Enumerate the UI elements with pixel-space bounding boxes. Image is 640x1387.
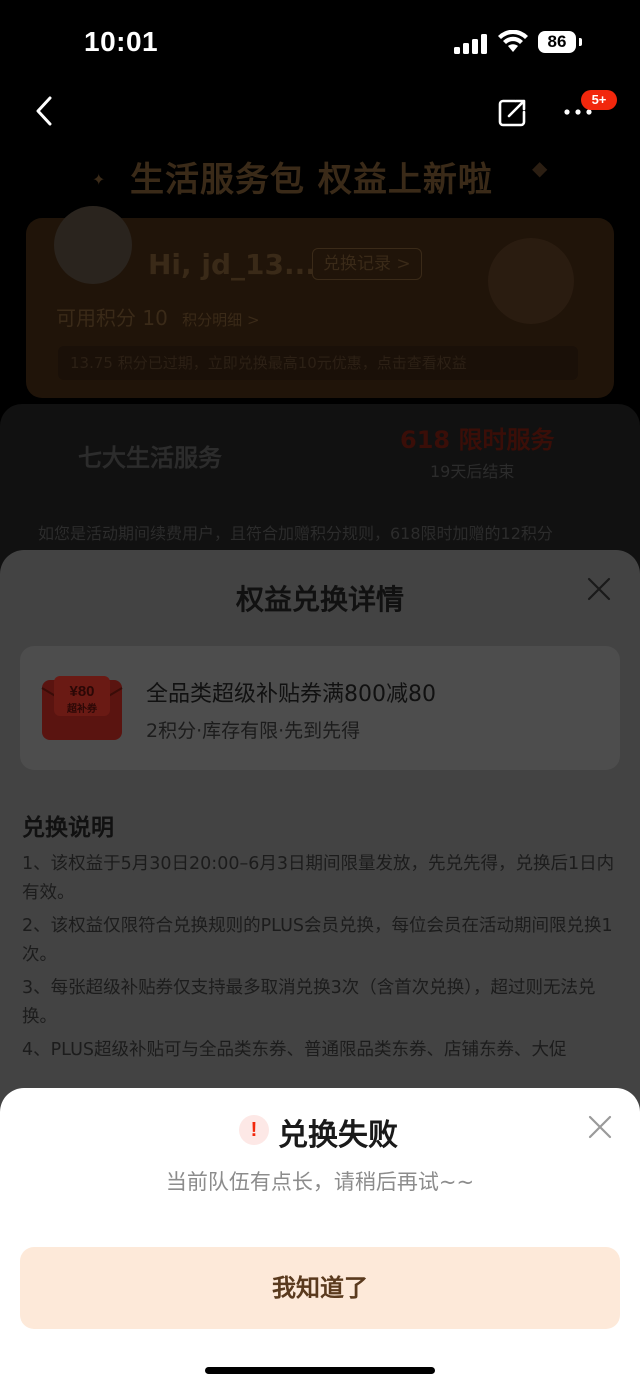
rule-item: 4、PLUS超级补贴可与全品类东券、普通限品类东券、店铺东券、大促 bbox=[22, 1040, 567, 1060]
medal-icon bbox=[488, 238, 574, 324]
coupon-label: 超补券 bbox=[66, 702, 98, 715]
product-subtitle: 2积分·库存有限·先到先得 bbox=[146, 720, 361, 742]
exchange-record-link[interactable]: 兑换记录 > bbox=[312, 248, 422, 280]
rules-list: 1、该权益于5月30日20:00–6月3日期间限量发放，先兑先得，兑换后1日内有… bbox=[22, 850, 618, 1069]
tab-618-countdown: 19天后结束 bbox=[430, 462, 515, 481]
message-badge: 5+ bbox=[581, 90, 617, 110]
home-indicator[interactable] bbox=[205, 1367, 435, 1374]
sheet-title: 权益兑换详情 bbox=[235, 583, 404, 616]
dialog-close-icon[interactable] bbox=[587, 1114, 613, 1140]
dialog-title: 兑换失败 bbox=[278, 1118, 398, 1153]
status-bar: 10:01 86 bbox=[0, 0, 640, 88]
status-time: 10:01 bbox=[84, 26, 159, 57]
coupon-icon: ¥80 超补券 bbox=[41, 676, 123, 740]
sparkle-icon: ✦ bbox=[92, 170, 106, 189]
points-detail-link[interactable]: 积分明细 > bbox=[182, 311, 259, 329]
acknowledge-button[interactable]: 我知道了 bbox=[20, 1247, 620, 1329]
battery-icon: 86 bbox=[538, 31, 576, 53]
rule-item: 1、该权益于5月30日20:00–6月3日期间限量发放，先兑先得，兑换后1日内有… bbox=[22, 854, 615, 903]
rules-icon: ◆ bbox=[532, 156, 548, 180]
dialog-message: 当前队伍有点长，请稍后再试~~ bbox=[165, 1170, 475, 1194]
cellular-signal-icon bbox=[454, 34, 487, 54]
coupon-amount: ¥80 bbox=[69, 683, 94, 700]
user-greeting: Hi, jd_13... bbox=[148, 248, 316, 281]
points-label: 可用积分 10 bbox=[56, 306, 168, 330]
rule-item: 3、每张超级补贴券仅支持最多取消兑换3次（含首次兑换），超过则无法兑换。 bbox=[22, 978, 596, 1027]
close-icon[interactable] bbox=[586, 576, 612, 602]
back-arrow-icon[interactable] bbox=[30, 96, 60, 126]
tab-618-services[interactable]: 618 限时服务 bbox=[400, 420, 554, 455]
product-name: 全品类超级补贴券满800减80 bbox=[146, 682, 436, 707]
services-description: 如您是活动期间续费用户，且符合加赠积分规则，618限时加赠的12积分 bbox=[38, 524, 553, 543]
rules-heading: 兑换说明 bbox=[22, 815, 114, 841]
avatar bbox=[54, 206, 132, 284]
tab-life-services[interactable]: 七大生活服务 bbox=[78, 438, 222, 473]
warning-icon: ! bbox=[239, 1115, 269, 1145]
points-summary: 可用积分 10 积分明细 > bbox=[56, 302, 260, 331]
wifi-icon bbox=[498, 30, 528, 52]
page-banner-title: 生活服务包 权益上新啦 bbox=[130, 160, 493, 200]
info-bar-text: 13.75 积分已过期，立即兑换最高10元优惠，点击查看权益 bbox=[70, 354, 467, 372]
battery-nub bbox=[579, 38, 582, 46]
rule-item: 2、该权益仅限符合兑换规则的PLUS会员兑换，每位会员在活动期间限兑换1次。 bbox=[22, 916, 613, 965]
share-icon[interactable] bbox=[495, 96, 529, 130]
